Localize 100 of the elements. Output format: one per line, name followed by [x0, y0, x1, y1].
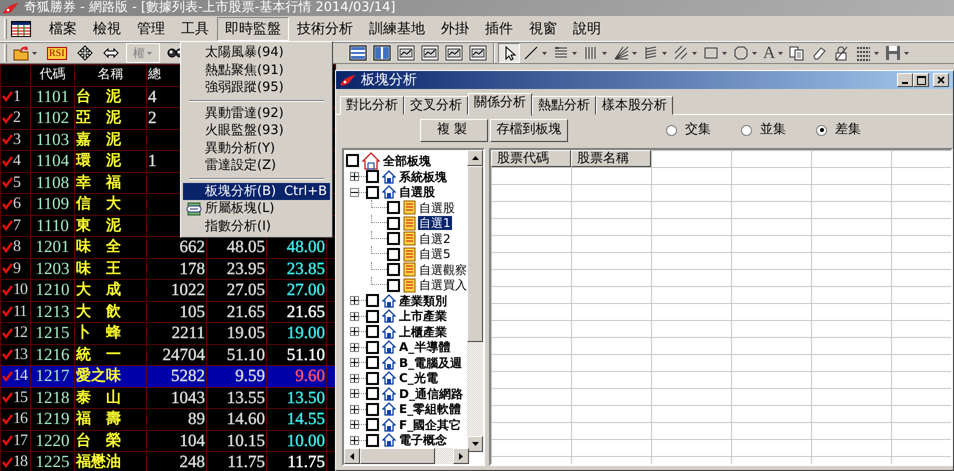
row-number: 13	[13, 346, 27, 364]
tab[interactable]: 交叉分析	[404, 96, 468, 115]
app-grid-icon[interactable]	[11, 20, 31, 36]
checkbox[interactable]	[387, 232, 400, 246]
tree-item[interactable]: 自選1	[418, 216, 452, 230]
stock-name: 幸 福	[76, 172, 121, 190]
radio-button[interactable]	[666, 124, 677, 136]
tree-item[interactable]: D_通信網路	[398, 386, 464, 401]
checkbox[interactable]	[366, 340, 379, 354]
menu-option[interactable]: 異動雷達(92)	[183, 104, 330, 122]
menu-option[interactable]: 指數分析(I)	[183, 218, 330, 235]
checkbox[interactable]	[366, 310, 379, 323]
checkbox[interactable]	[387, 248, 400, 261]
column-header[interactable]: 股票代碼	[491, 150, 571, 167]
checkbox[interactable]	[366, 294, 379, 308]
tree-item[interactable]: 自選5	[418, 247, 452, 262]
checkbox[interactable]	[366, 325, 379, 338]
menu-item[interactable]: 訓練基地	[361, 16, 433, 40]
text-tool-button[interactable]: A	[760, 43, 786, 63]
menu-item[interactable]: 檢視	[85, 16, 129, 40]
expand-toggle[interactable]	[350, 327, 359, 336]
expand-toggle[interactable]	[350, 436, 359, 445]
minimize-button[interactable]	[897, 73, 913, 87]
checkbox[interactable]	[387, 278, 400, 292]
checkbox[interactable]	[346, 154, 359, 167]
tree-item[interactable]: 自選2	[418, 232, 452, 246]
tree-item[interactable]: A_半導體	[398, 340, 452, 354]
menu-option[interactable]: 所屬板塊(L)	[183, 200, 330, 218]
table-row[interactable]: 10 1210 大 成 1022 27.05 27.00	[0, 280, 336, 301]
tab[interactable]: 關係分析	[468, 93, 532, 116]
menu-item[interactable]: 插件	[477, 16, 521, 40]
menu-item[interactable]: 視窗	[521, 16, 565, 40]
checkbox[interactable]	[366, 170, 379, 184]
expand-toggle[interactable]	[350, 312, 359, 321]
checkbox[interactable]	[366, 434, 379, 447]
scrollbar[interactable]	[344, 448, 469, 464]
tree-item[interactable]: E_零組軟體	[398, 402, 462, 416]
menu-item[interactable]: 外掛	[433, 16, 477, 40]
maximize-button[interactable]	[913, 73, 929, 87]
tree-item[interactable]: 電子概念	[398, 433, 448, 448]
expand-toggle[interactable]	[350, 404, 359, 414]
expand-toggle[interactable]	[350, 296, 359, 306]
table-row[interactable]: 17 1220 台 榮 104 10.15 10.00	[0, 430, 336, 452]
plus-icon	[351, 297, 358, 304]
menu-item[interactable]: 管理	[129, 16, 173, 40]
tab[interactable]: 對比分析	[340, 96, 404, 115]
checkbox[interactable]	[366, 356, 379, 370]
menu-item[interactable]: 技術分析	[289, 16, 361, 40]
tree-item[interactable]: F_國企其它	[398, 418, 462, 432]
tree-item[interactable]: 自選股	[418, 200, 456, 215]
tree-item[interactable]: 系統板塊	[398, 170, 448, 184]
table-row[interactable]: 15 1218 泰 山 1043 13.55 13.50	[0, 387, 336, 408]
scrollbar[interactable]	[467, 150, 483, 452]
tree-item[interactable]: 自選股	[398, 185, 436, 200]
expand-toggle[interactable]	[350, 374, 359, 383]
table-cell: 14.55	[286, 409, 325, 428]
tree-item[interactable]: 上櫃產業	[398, 324, 448, 339]
tool-button[interactable]	[498, 43, 520, 63]
expand-toggle[interactable]	[350, 188, 359, 197]
menu-option[interactable]: 雷達設定(Z)	[183, 157, 330, 174]
tab[interactable]: 熱點分析	[532, 96, 596, 115]
menu-option[interactable]: 太陽風暴(94)	[183, 44, 330, 62]
table-row[interactable]: 11 1213 大 飲 105 21.65 21.65	[0, 301, 336, 322]
radio-button[interactable]	[816, 124, 827, 136]
column-header[interactable]: 股票名稱	[571, 150, 651, 167]
table-row[interactable]: 12 1215 卜 蜂 2211 19.05 19.00	[0, 322, 336, 344]
menu-option[interactable]: 熱點聚焦(91)	[183, 62, 330, 79]
checkbox[interactable]	[366, 186, 379, 199]
menu-item[interactable]: 工具	[173, 16, 217, 40]
menu-item[interactable]: 檔案	[41, 16, 85, 40]
action-button[interactable]: 複製	[420, 118, 488, 142]
expand-toggle[interactable]	[350, 420, 359, 430]
menu-option[interactable]: 板塊分析(B) Ctrl+B	[183, 182, 330, 200]
checkbox[interactable]	[366, 387, 379, 400]
tree-item[interactable]: 自選觀察	[418, 262, 468, 277]
tree-item[interactable]: 產業類別	[398, 294, 448, 308]
tree-item[interactable]: C_光電	[398, 371, 439, 386]
expand-toggle[interactable]	[350, 342, 359, 352]
expand-toggle[interactable]	[350, 358, 359, 368]
tree-item[interactable]: 上市產業	[398, 309, 448, 324]
expand-toggle[interactable]	[350, 172, 359, 182]
menu-item[interactable]: 即時監盤	[217, 16, 289, 40]
table-row[interactable]: 9 1203 味 王 178 23.95 23.85	[0, 258, 336, 280]
action-button[interactable]: 存檔到板塊	[490, 118, 568, 142]
checkbox[interactable]	[387, 201, 400, 214]
table-row[interactable]: 14 1217 愛之味 5282 9.59 9.60	[0, 366, 336, 387]
checkbox[interactable]	[387, 216, 400, 230]
tab[interactable]: 樣本股分析	[596, 96, 673, 115]
tree-item[interactable]: 自選買入	[418, 278, 468, 292]
menu-item[interactable]: 說明	[565, 16, 609, 40]
table-row[interactable]: 16 1219 福 壽 89 14.60 14.55	[0, 408, 336, 430]
checkbox[interactable]	[387, 263, 400, 276]
radio-button[interactable]	[741, 124, 752, 136]
checkbox[interactable]	[366, 418, 379, 432]
close-button[interactable]	[933, 73, 949, 87]
expand-toggle[interactable]	[350, 389, 359, 398]
checkbox[interactable]	[366, 402, 379, 416]
checkbox[interactable]	[366, 372, 379, 385]
tree-item[interactable]: B_電腦及週	[398, 356, 464, 370]
tree-item[interactable]: 全部板塊	[382, 154, 432, 168]
